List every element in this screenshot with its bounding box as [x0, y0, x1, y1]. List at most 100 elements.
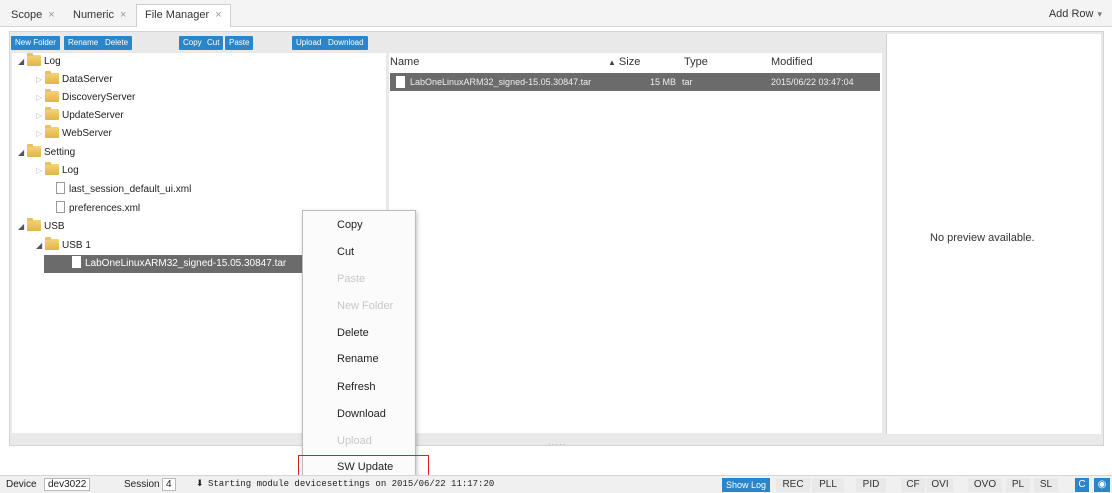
close-icon[interactable]: × [215, 9, 221, 21]
tree-node-label: USB 1 [62, 240, 91, 251]
log-message: Starting module devicesettings on 2015/0… [208, 479, 495, 489]
preview-pane: No preview available. [886, 34, 1101, 434]
file-size-cell: 15 MB [650, 77, 677, 87]
folder-icon [45, 237, 59, 250]
tab-bar: Scope × Numeric × File Manager × Add Row ▾ [0, 0, 1112, 27]
tab-numeric[interactable]: Numeric × [64, 4, 135, 27]
expand-arrow-icon[interactable]: ◢ [18, 53, 27, 71]
folder-icon [45, 89, 59, 102]
menu-item-cut[interactable]: Cut [337, 246, 354, 258]
device-value: dev3022 [44, 478, 91, 491]
indicator-pl: PL [1006, 478, 1030, 492]
file-icon [72, 256, 81, 268]
collapse-arrow-icon[interactable]: ▷ [36, 107, 45, 125]
close-icon[interactable]: × [48, 9, 54, 21]
cut-button[interactable]: Cut [203, 36, 224, 50]
folder-icon [27, 218, 41, 231]
tab-scope[interactable]: Scope × [2, 4, 64, 27]
expand-arrow-icon[interactable]: ◢ [18, 144, 27, 162]
table-row[interactable]: LabOneLinuxARM32_signed-15.05.30847.tar … [390, 73, 880, 91]
tree-node-last-session[interactable]: last_session_default_ui.xml [56, 181, 191, 199]
paste-button[interactable]: Paste [225, 36, 254, 50]
file-type-cell: tar [682, 77, 693, 87]
tree-node-dataserver[interactable]: ▷ DataServer [36, 71, 113, 89]
tree-node-label: DiscoveryServer [62, 92, 136, 103]
tree-node-label: Setting [44, 147, 76, 158]
tree-node-usb1[interactable]: ◢ USB 1 [36, 237, 91, 255]
chevron-down-icon: ▾ [1097, 9, 1102, 19]
tree-node-discoveryserver[interactable]: ▷ DiscoveryServer [36, 89, 135, 107]
tree-node-label: UpdateServer [62, 110, 124, 121]
device-label: Device [6, 479, 37, 490]
file-name-cell: LabOneLinuxARM32_signed-15.05.30847.tar [410, 77, 592, 87]
column-header-type[interactable]: Type [684, 56, 708, 68]
folder-icon [45, 162, 59, 175]
column-header-modified[interactable]: Modified [771, 56, 813, 68]
folder-icon [45, 125, 59, 138]
collapse-arrow-icon[interactable]: ▷ [36, 89, 45, 107]
session-value: 4 [162, 478, 176, 491]
tree-node-usb[interactable]: ◢ USB [18, 218, 65, 236]
menu-item-download[interactable]: Download [337, 408, 386, 420]
show-log-button[interactable]: Show Log [722, 478, 771, 492]
tree-node-selected-file[interactable]: LabOneLinuxARM32_signed-15.05.30847.tar [44, 255, 302, 273]
session-label: Session [124, 479, 160, 490]
file-modified-cell: 2015/06/22 03:47:04 [771, 77, 854, 87]
indicator-pll: PLL [812, 478, 844, 492]
file-icon [56, 201, 65, 213]
tree-node-log[interactable]: ◢ Log [18, 53, 61, 71]
tree-node-updateserver[interactable]: ▷ UpdateServer [36, 107, 124, 125]
copy-button[interactable]: Copy [179, 36, 206, 50]
new-folder-button[interactable]: New Folder [11, 36, 60, 50]
tree-node-preferences[interactable]: preferences.xml [56, 200, 140, 218]
collapse-arrow-icon[interactable]: ▷ [36, 162, 45, 180]
tab-file-manager[interactable]: File Manager × [136, 4, 231, 27]
tree-node-setting-log[interactable]: ▷ Log [36, 162, 79, 180]
tree-node-setting[interactable]: ◢ Setting [18, 144, 75, 162]
column-header-size[interactable]: ▲ Size [608, 56, 640, 68]
menu-item-rename[interactable]: Rename [337, 353, 379, 365]
download-button[interactable]: Download [324, 36, 368, 50]
status-bar: Device dev3022 Session 4 ⬇ Starting modu… [0, 475, 1112, 493]
menu-item-paste: Paste [337, 273, 366, 285]
expand-arrow-icon[interactable]: ◢ [18, 218, 27, 236]
menu-item-copy[interactable]: Copy [337, 219, 363, 231]
indicator-rec: REC [776, 478, 810, 492]
delete-button[interactable]: Delete [101, 36, 133, 50]
rename-button[interactable]: Rename [64, 36, 103, 50]
context-menu: Copy Cut Paste New Folder Delete Rename … [302, 210, 416, 486]
indicator-cf: CF [901, 478, 925, 492]
menu-item-refresh[interactable]: Refresh [337, 381, 376, 393]
indicator-c: C [1075, 478, 1089, 492]
tree-node-label: WebServer [62, 128, 112, 139]
column-header-name[interactable]: Name [390, 56, 419, 68]
menu-item-upload: Upload [337, 435, 372, 447]
tab-numeric-label: Numeric [73, 9, 114, 21]
preview-message: No preview available. [930, 232, 1035, 244]
file-icon [56, 182, 65, 194]
collapse-arrow-icon[interactable]: ▷ [36, 125, 45, 143]
tree-node-label: last_session_default_ui.xml [69, 184, 192, 195]
tree-node-webserver[interactable]: ▷ WebServer [36, 125, 112, 143]
folder-icon [45, 107, 59, 120]
connection-icon[interactable]: ◉ [1094, 478, 1110, 492]
upload-button[interactable]: Upload [292, 36, 326, 50]
tree-node-label: preferences.xml [69, 203, 141, 214]
indicator-sl: SL [1034, 478, 1058, 492]
indicator-pid: PID [856, 478, 886, 492]
tree-node-label: USB [44, 221, 65, 232]
add-row-button[interactable]: Add Row ▾ [1049, 8, 1102, 20]
tab-file-manager-label: File Manager [145, 9, 210, 21]
indicator-ovo: OVO [968, 478, 1002, 492]
tree-node-label: Log [44, 56, 61, 67]
folder-icon [27, 144, 41, 157]
menu-item-new-folder: New Folder [337, 300, 394, 312]
log-icon: ⬇ [196, 478, 204, 488]
expand-arrow-icon[interactable]: ◢ [36, 237, 45, 255]
collapse-arrow-icon[interactable]: ▷ [36, 71, 45, 89]
menu-item-delete[interactable]: Delete [337, 327, 369, 339]
file-list [389, 53, 882, 433]
resize-handle[interactable]: ····· [548, 440, 566, 449]
close-icon[interactable]: × [120, 9, 126, 21]
tree-node-label: LabOneLinuxARM32_signed-15.05.30847.tar [85, 258, 287, 269]
